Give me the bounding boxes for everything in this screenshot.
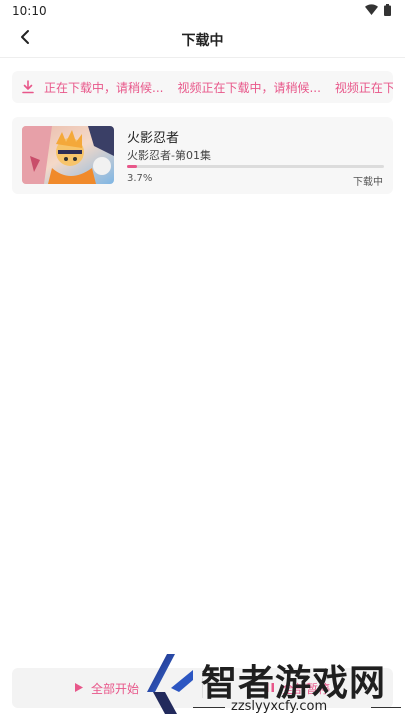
status-time: 10:10	[12, 4, 47, 18]
download-status: 下载中	[353, 177, 383, 188]
chevron-left-icon	[19, 29, 31, 49]
pause-all-label: 全部暂停	[281, 681, 330, 696]
download-item[interactable]: 火影忍者 火影忍者-第01集 3.7% 下载中	[12, 117, 393, 194]
bottom-action-bar: 全部开始 全部暂停	[12, 668, 393, 708]
start-all-button[interactable]: 全部开始	[12, 668, 202, 708]
video-title: 火影忍者	[127, 131, 180, 146]
pause-icon	[265, 681, 274, 695]
play-icon	[74, 681, 83, 695]
page-title: 下载中	[181, 32, 224, 49]
notice-message: 视频正在下载中，请稍候...	[44, 80, 164, 95]
download-icon	[12, 80, 44, 94]
wifi-icon	[365, 4, 378, 18]
app-header: 下载中	[0, 22, 405, 58]
notice-message: 视频正在下载中，请稍候...	[177, 80, 321, 95]
status-bar: 10:10	[0, 0, 405, 22]
back-button[interactable]	[14, 28, 36, 50]
notice-message: 视频正在下载中，请稍候...	[334, 80, 393, 95]
pause-all-button[interactable]: 全部暂停	[203, 668, 393, 708]
notice-marquee: 视频正在下载中，请稍候... 视频正在下载中，请稍候... 视频正在下载中，请稍候.…	[44, 79, 393, 96]
progress-fill	[127, 165, 138, 168]
episode-name: 火影忍者-第01集	[127, 149, 211, 162]
video-thumbnail	[22, 126, 114, 184]
download-notice-banner: 视频正在下载中，请稍候... 视频正在下载中，请稍候... 视频正在下载中，请稍候.…	[12, 71, 393, 103]
status-icons	[365, 3, 391, 19]
battery-icon	[384, 3, 391, 19]
progress-bar	[127, 165, 384, 168]
start-all-label: 全部开始	[90, 681, 139, 696]
progress-percent: 3.7%	[127, 173, 153, 184]
